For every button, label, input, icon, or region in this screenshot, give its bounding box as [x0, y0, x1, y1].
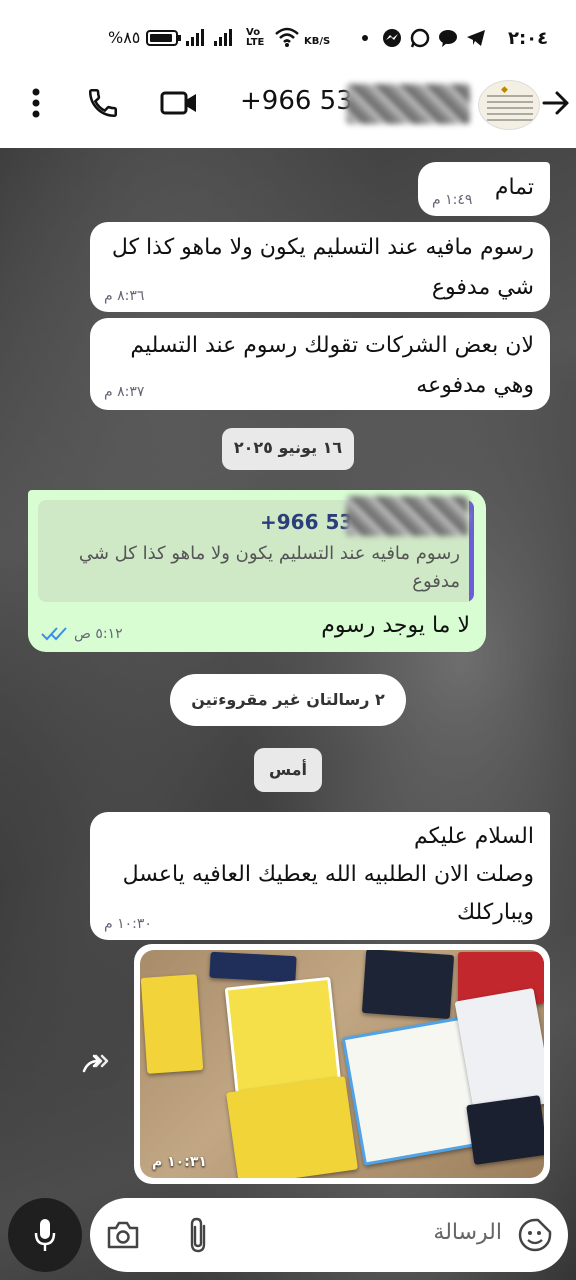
back-arrow-icon[interactable] [542, 90, 570, 116]
message-text: لا ما يوجد رسوم [321, 613, 470, 638]
voice-call-icon[interactable] [86, 86, 120, 120]
message-time: ٨:٣٦ م [104, 288, 145, 304]
messenger-icon [383, 29, 401, 47]
signal-icon-2 [214, 28, 232, 46]
more-options-icon[interactable] [28, 88, 44, 118]
wifi-icon [275, 27, 299, 47]
message-time: ٨:٣٧ م [104, 384, 145, 400]
books-photo[interactable]: ١٠:٣١ م [140, 950, 544, 1178]
quoted-sender: +966 53 [260, 510, 354, 534]
incoming-message[interactable]: لان بعض الشركات تقولك رسوم عند التسليم و… [90, 318, 550, 410]
avatar[interactable]: ◆ [478, 80, 540, 130]
message-placeholder: الرسالة [433, 1220, 502, 1245]
video-call-icon[interactable] [160, 88, 198, 118]
telegram-icon [467, 30, 485, 46]
date-separator: أمس [254, 748, 322, 792]
voice-record-button[interactable] [8, 1198, 82, 1272]
battery-icon [146, 30, 178, 46]
microphone-icon [34, 1219, 56, 1251]
notification-dot-icon [362, 35, 368, 41]
message-time: ١٠:٣٠ م [104, 916, 152, 932]
status-bar: %٨٥ Vo LTE KB/S ٢:٠٤ [0, 0, 576, 76]
camera-icon[interactable] [106, 1220, 140, 1250]
chat-bubble-icon [439, 30, 457, 47]
attach-icon[interactable] [186, 1216, 210, 1254]
speed-label: KB/S [304, 36, 331, 47]
date-separator: ١٦ يونيو ٢٠٢٥ [222, 428, 354, 470]
quoted-text: رسوم مافيه عند التسليم يكون ولا ماهو كذا… [78, 543, 460, 592]
battery-percent: %٨٥ [108, 28, 141, 47]
message-text: تمام [494, 175, 534, 200]
read-receipt-icon [41, 627, 67, 641]
redacted-phone-digits [346, 496, 468, 536]
incoming-message[interactable]: رسوم مافيه عند التسليم يكون ولا ماهو كذا… [90, 222, 550, 312]
message-text: لان بعض الشركات تقولك رسوم عند التسليم و… [130, 333, 534, 398]
forward-button[interactable] [70, 1038, 122, 1090]
redacted-phone-digits [346, 84, 470, 124]
volte-label: Vo LTE [246, 27, 265, 48]
message-text: السلام عليكم وصلت الان الطلبيه الله يعطي… [122, 824, 534, 925]
sticker-icon[interactable] [518, 1218, 552, 1252]
incoming-message[interactable]: تمام ١:٤٩ م [418, 162, 550, 216]
incoming-message[interactable]: السلام عليكم وصلت الان الطلبيه الله يعطي… [90, 812, 550, 940]
image-message[interactable]: ١٠:٣١ م [134, 944, 550, 1184]
whatsapp-icon [410, 28, 430, 48]
unread-messages-banner: ٢ رسالتان غير مقروءتين [170, 674, 406, 726]
message-text: رسوم مافيه عند التسليم يكون ولا ماهو كذا… [111, 235, 534, 300]
signal-icon [186, 28, 204, 46]
contact-phone[interactable]: +966 53 [240, 86, 353, 116]
message-time: ١:٤٩ م [432, 192, 473, 208]
message-time: ٥:١٢ ص [74, 626, 123, 642]
forward-icon [82, 1054, 109, 1073]
clock: ٢:٠٤ [508, 28, 549, 49]
message-time: ١٠:٣١ م [152, 1154, 207, 1170]
message-input[interactable]: الرسالة [90, 1198, 568, 1272]
